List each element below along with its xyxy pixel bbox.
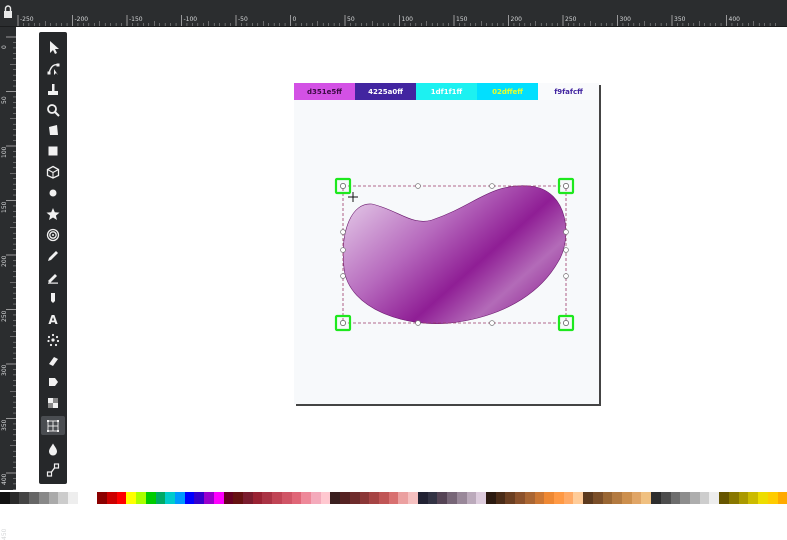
palette-color-swatch[interactable]	[622, 492, 632, 504]
palette-color-swatch[interactable]	[369, 492, 379, 504]
palette-color-swatch[interactable]	[680, 492, 690, 504]
mid-handle[interactable]	[490, 321, 495, 326]
palette-color-swatch[interactable]	[330, 492, 340, 504]
status-bar	[0, 504, 787, 518]
canvas-overlay	[0, 0, 787, 518]
palette-color-swatch[interactable]	[340, 492, 350, 504]
palette-color-swatch[interactable]	[573, 492, 583, 504]
palette-color-swatch[interactable]	[486, 492, 496, 504]
palette-color-swatch[interactable]	[428, 492, 438, 504]
palette-color-swatch[interactable]	[709, 492, 719, 504]
palette-color-swatch[interactable]	[97, 492, 107, 504]
palette-color-swatch[interactable]	[525, 492, 535, 504]
palette-color-swatch[interactable]	[117, 492, 127, 504]
palette-color-swatch[interactable]	[194, 492, 204, 504]
palette-color-swatch[interactable]	[224, 492, 234, 504]
palette-color-swatch[interactable]	[719, 492, 729, 504]
mid-handle[interactable]	[341, 248, 346, 253]
palette-color-swatch[interactable]	[505, 492, 515, 504]
mid-handle[interactable]	[341, 274, 346, 279]
palette-color-swatch[interactable]	[418, 492, 428, 504]
palette-color-swatch[interactable]	[146, 492, 156, 504]
palette-color-swatch[interactable]	[0, 492, 10, 504]
palette-color-swatch[interactable]	[126, 492, 136, 504]
palette-color-swatch[interactable]	[136, 492, 146, 504]
mid-handle[interactable]	[416, 321, 421, 326]
blob-shape[interactable]	[343, 186, 566, 324]
palette-color-swatch[interactable]	[690, 492, 700, 504]
palette-color-swatch[interactable]	[321, 492, 331, 504]
palette-color-swatch[interactable]	[379, 492, 389, 504]
palette-color-swatch[interactable]	[583, 492, 593, 504]
palette-color-swatch[interactable]	[360, 492, 370, 504]
palette-color-swatch[interactable]	[603, 492, 613, 504]
palette-color-swatch[interactable]	[729, 492, 739, 504]
palette-color-swatch[interactable]	[632, 492, 642, 504]
palette-color-swatch[interactable]	[282, 492, 292, 504]
palette-color-swatch[interactable]	[641, 492, 651, 504]
mid-handle[interactable]	[564, 274, 569, 279]
palette-color-swatch[interactable]	[535, 492, 545, 504]
palette-color-swatch[interactable]	[292, 492, 302, 504]
palette-color-swatch[interactable]	[612, 492, 622, 504]
palette-color-swatch[interactable]	[49, 492, 59, 504]
palette-color-swatch[interactable]	[398, 492, 408, 504]
palette-color-swatch[interactable]	[10, 492, 20, 504]
palette-color-swatch[interactable]	[544, 492, 554, 504]
palette-color-swatch[interactable]	[408, 492, 418, 504]
palette-color-swatch[interactable]	[778, 492, 787, 504]
palette-color-swatch[interactable]	[593, 492, 603, 504]
mid-handle[interactable]	[416, 184, 421, 189]
palette-color-swatch[interactable]	[554, 492, 564, 504]
palette-color-swatch[interactable]	[457, 492, 467, 504]
mid-handle[interactable]	[341, 230, 346, 235]
palette-color-swatch[interactable]	[262, 492, 272, 504]
palette-color-swatch[interactable]	[437, 492, 447, 504]
palette-color-swatch[interactable]	[661, 492, 671, 504]
palette-color-swatch[interactable]	[175, 492, 185, 504]
palette-color-swatch[interactable]	[671, 492, 681, 504]
palette-color-swatch[interactable]	[233, 492, 243, 504]
palette-color-swatch[interactable]	[476, 492, 486, 504]
palette-color-swatch[interactable]	[165, 492, 175, 504]
mid-handle[interactable]	[564, 248, 569, 253]
palette-color-swatch[interactable]	[253, 492, 263, 504]
palette-color-swatch[interactable]	[651, 492, 661, 504]
palette-color-swatch[interactable]	[107, 492, 117, 504]
palette-color-swatch[interactable]	[204, 492, 214, 504]
palette-color-swatch[interactable]	[564, 492, 574, 504]
palette-color-swatch[interactable]	[389, 492, 399, 504]
palette-color-swatch[interactable]	[311, 492, 321, 504]
color-palette	[0, 492, 787, 504]
palette-color-swatch[interactable]	[19, 492, 29, 504]
palette-color-swatch[interactable]	[243, 492, 253, 504]
palette-color-swatch[interactable]	[156, 492, 166, 504]
palette-color-swatch[interactable]	[739, 492, 749, 504]
mid-handle[interactable]	[564, 230, 569, 235]
palette-color-swatch[interactable]	[272, 492, 282, 504]
mid-handle[interactable]	[490, 184, 495, 189]
palette-color-swatch[interactable]	[768, 492, 778, 504]
ruler-label: 450	[1, 528, 8, 539]
palette-color-swatch[interactable]	[748, 492, 758, 504]
palette-color-swatch[interactable]	[214, 492, 224, 504]
palette-color-swatch[interactable]	[467, 492, 477, 504]
palette-color-swatch[interactable]	[185, 492, 195, 504]
palette-color-swatch[interactable]	[350, 492, 360, 504]
palette-color-swatch[interactable]	[39, 492, 49, 504]
palette-color-swatch[interactable]	[758, 492, 768, 504]
palette-color-swatch[interactable]	[700, 492, 710, 504]
palette-color-swatch[interactable]	[78, 492, 88, 504]
palette-color-swatch[interactable]	[515, 492, 525, 504]
palette-color-swatch[interactable]	[87, 492, 97, 504]
palette-color-swatch[interactable]	[29, 492, 39, 504]
palette-color-swatch[interactable]	[496, 492, 506, 504]
palette-color-swatch[interactable]	[68, 492, 78, 504]
palette-color-swatch[interactable]	[447, 492, 457, 504]
palette-color-swatch[interactable]	[58, 492, 68, 504]
palette-color-swatch[interactable]	[301, 492, 311, 504]
